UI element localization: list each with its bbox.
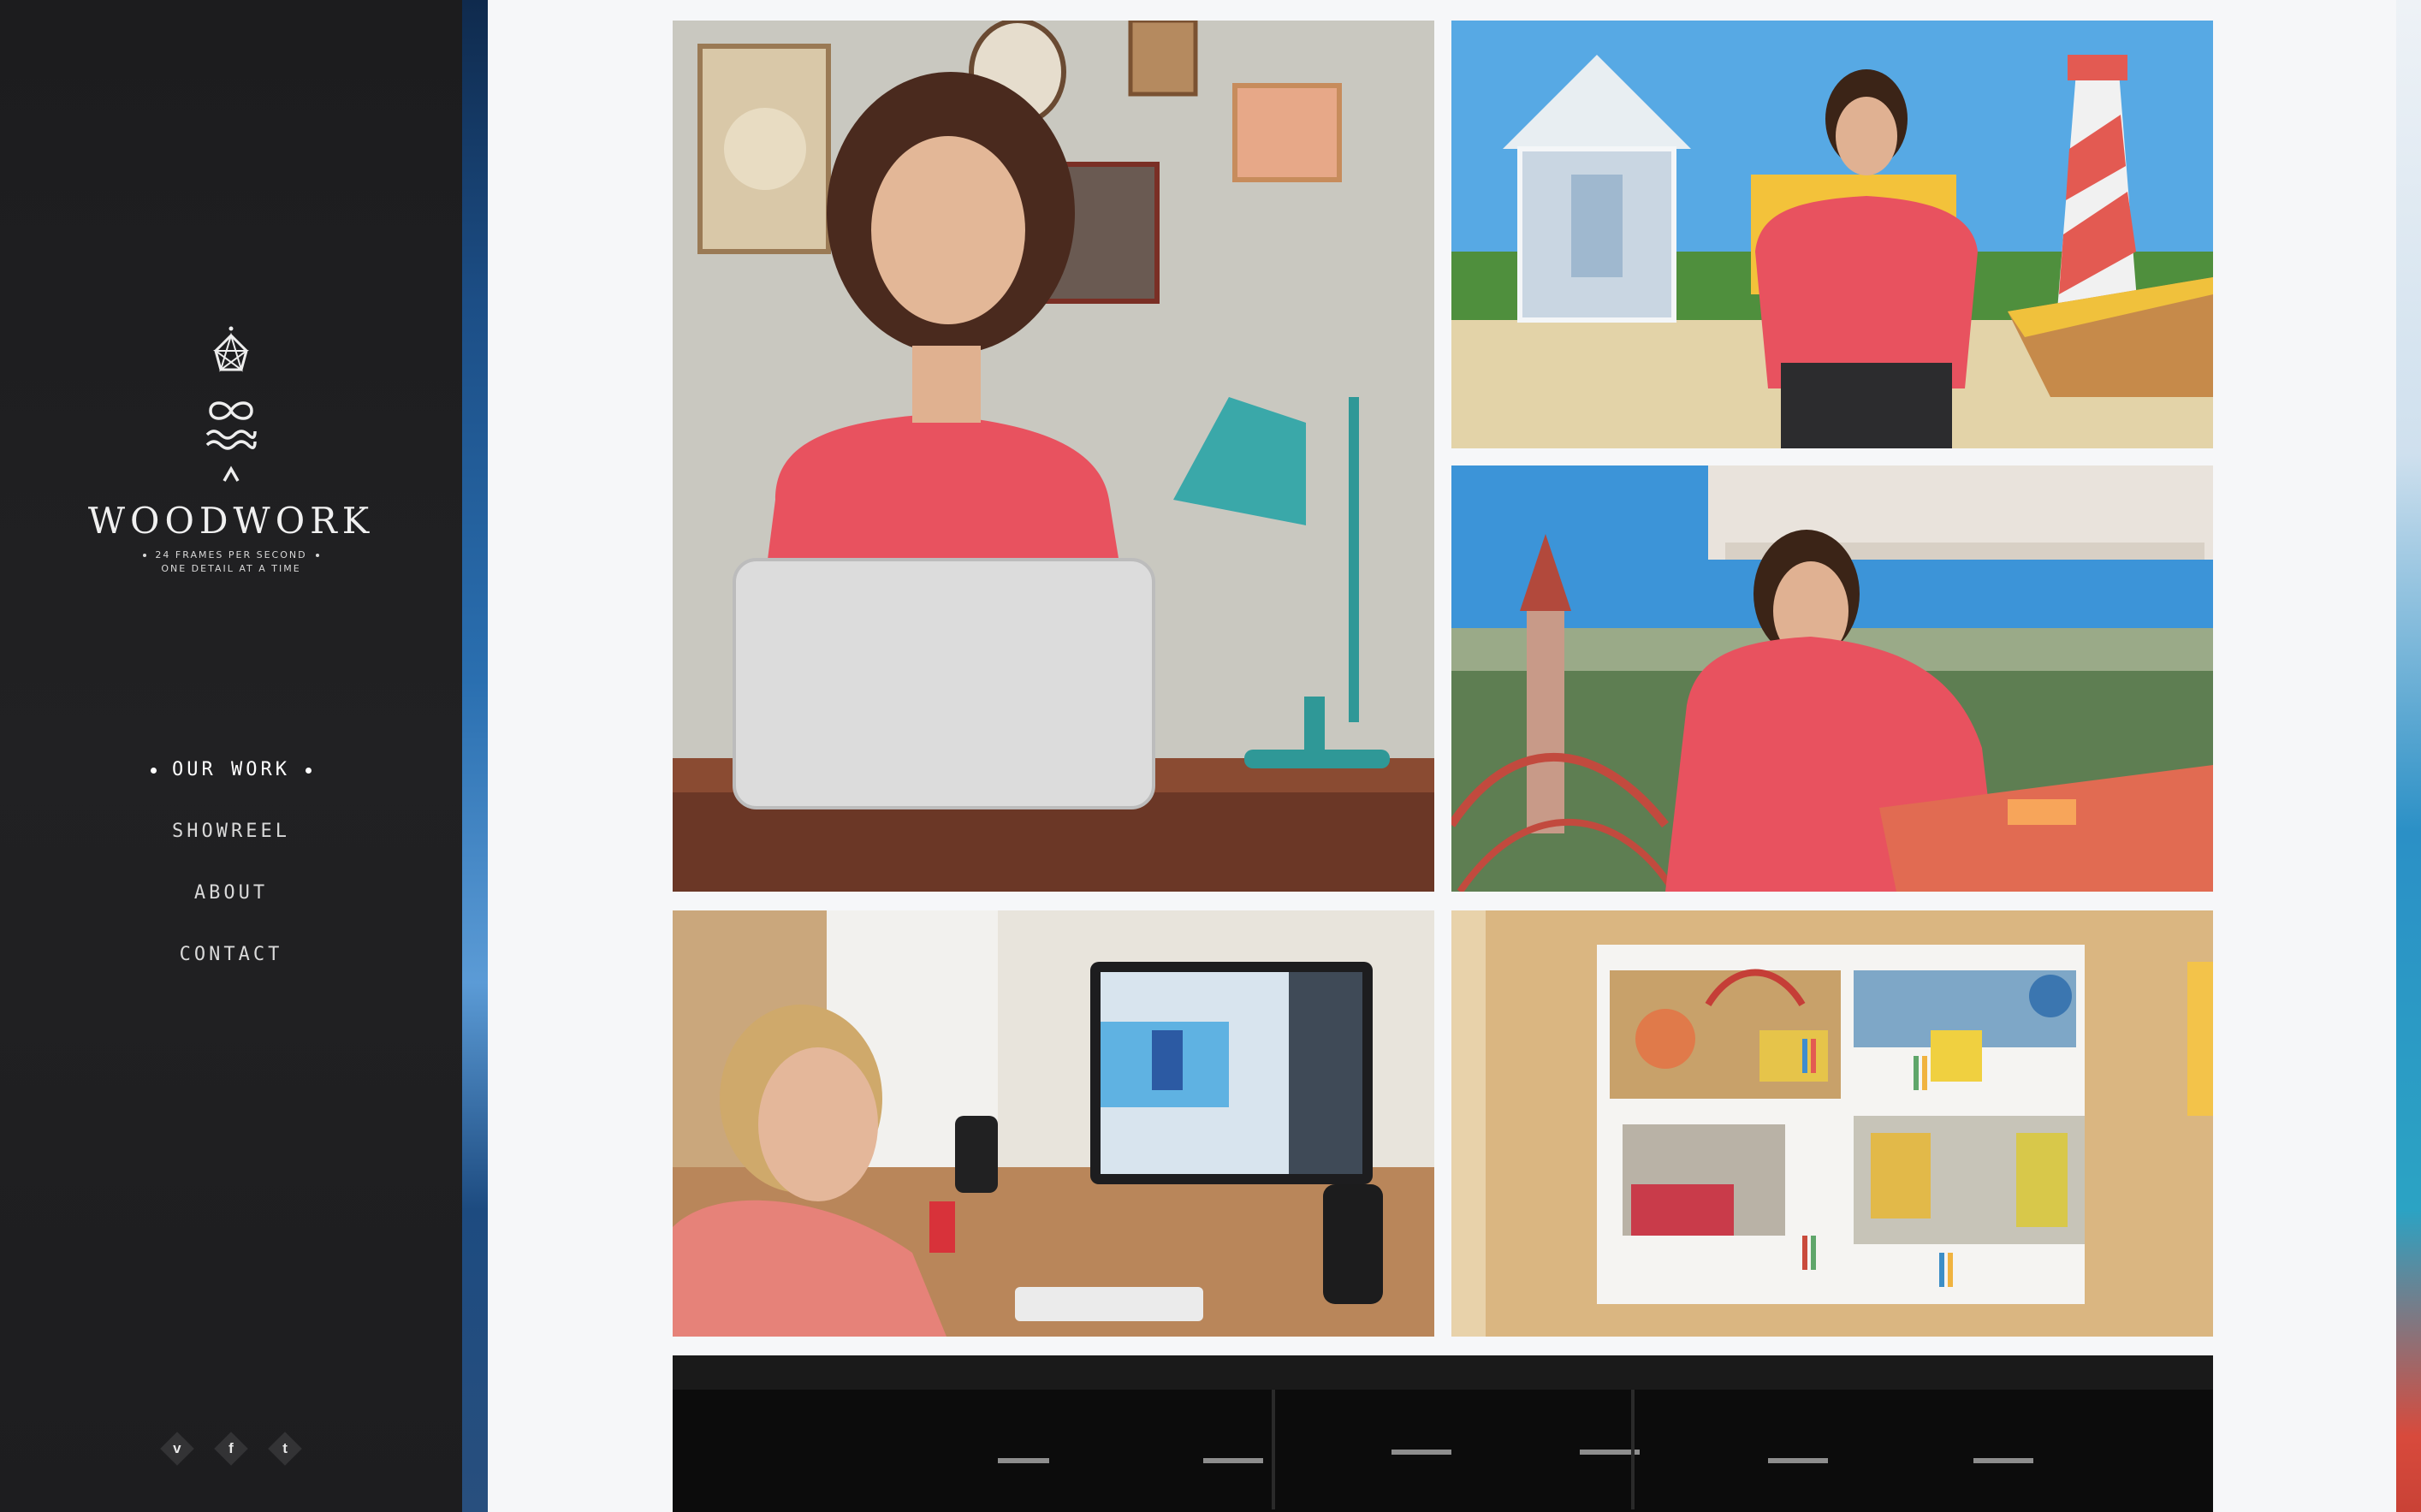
background-right-edge [2396, 0, 2421, 1512]
tumblr-icon: t [282, 1440, 288, 1456]
sidebar: WOODWORK 24 FRAMES PER SECOND ONE DETAIL… [0, 0, 462, 1512]
tumblr-button[interactable]: t [268, 1432, 302, 1466]
project-tile-beach-set[interactable] [1451, 21, 2213, 448]
project-tile-amusement-ride[interactable] [1451, 465, 2213, 892]
brand-name: WOODWORK [87, 500, 375, 542]
tagline-line-2: ONE DETAIL AT A TIME [161, 563, 301, 574]
nav-item-label: CONTACT [179, 944, 283, 965]
logo[interactable]: WOODWORK 24 FRAMES PER SECOND ONE DETAIL… [0, 325, 462, 576]
woman-laptop-image [673, 21, 1434, 892]
active-bullet-left [151, 767, 157, 774]
tagline-dot-right [315, 554, 319, 557]
vimeo-icon: v [173, 1440, 181, 1456]
tagline-dot-left [143, 554, 147, 557]
project-tile-dark-theatre[interactable] [673, 1355, 2213, 1512]
woodwork-emblem-icon [205, 326, 257, 482]
nav-item-label: ABOUT [193, 882, 269, 904]
brand-tagline: 24 FRAMES PER SECOND ONE DETAIL AT A TIM… [0, 548, 462, 576]
background-left-edge [462, 0, 488, 1512]
main-nav: OUR WORK SHOWREEL ABOUT CONTACT [0, 753, 462, 999]
facebook-button[interactable]: f [214, 1432, 248, 1466]
project-tile-animator-workstation[interactable] [673, 910, 1434, 1337]
dark-theatre-image [673, 1355, 2213, 1512]
project-tile-woman-laptop[interactable] [673, 21, 1434, 892]
tagline-line-1: 24 FRAMES PER SECOND [155, 549, 307, 560]
nav-item-about[interactable]: ABOUT [0, 876, 462, 938]
amusement-ride-image [1451, 465, 2213, 892]
nav-item-our-work[interactable]: OUR WORK [0, 753, 462, 815]
nav-item-label: SHOWREEL [172, 821, 290, 842]
active-bullet-right [305, 767, 312, 774]
nav-item-contact[interactable]: CONTACT [0, 938, 462, 999]
facebook-icon: f [228, 1440, 234, 1456]
project-tile-moodboard[interactable] [1451, 910, 2213, 1337]
nav-item-label: OUR WORK [172, 759, 290, 780]
vimeo-button[interactable]: v [160, 1432, 194, 1466]
moodboard-image [1451, 910, 2213, 1337]
animator-workstation-image [673, 910, 1434, 1337]
social-links: v f t [0, 1432, 462, 1469]
beach-set-image [1451, 21, 2213, 448]
nav-item-showreel[interactable]: SHOWREEL [0, 815, 462, 876]
